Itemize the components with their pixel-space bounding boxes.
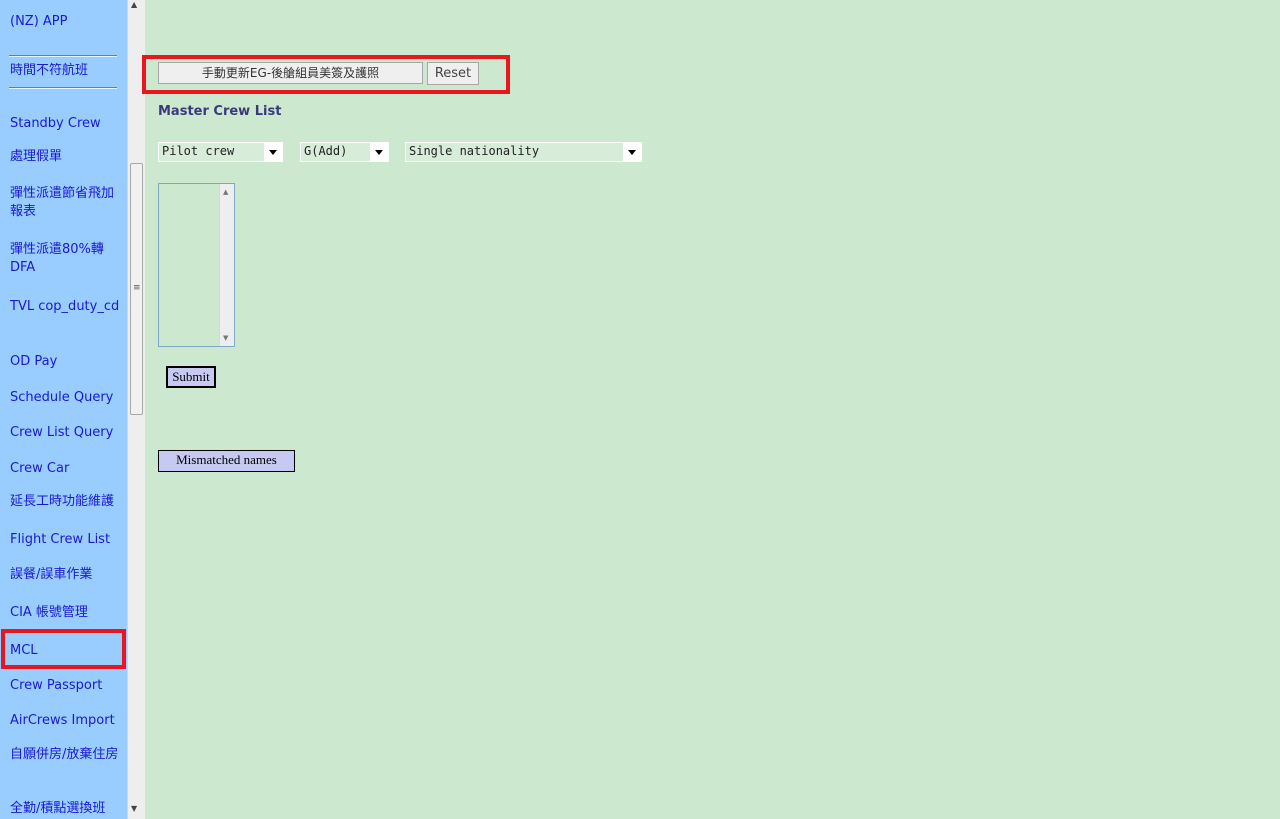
- chevron-down-icon[interactable]: [370, 143, 388, 161]
- sidebar-item-missed-meal-car[interactable]: 誤餐/誤車作業: [10, 566, 120, 584]
- scroll-up-icon[interactable]: ▲: [223, 188, 228, 196]
- sidebar-scrollbar[interactable]: ▲ ≡ ▼: [127, 0, 145, 819]
- crew-listbox[interactable]: ▲ ▼: [158, 183, 235, 347]
- sidebar-divider: [9, 87, 117, 89]
- sidebar-item-attendance-points[interactable]: 全勤/積點選換班: [10, 800, 120, 818]
- scroll-up-icon[interactable]: ▲: [131, 0, 137, 10]
- chevron-down-icon[interactable]: [264, 143, 282, 161]
- sidebar-item-mcl[interactable]: MCL: [10, 642, 120, 660]
- chevron-down-icon[interactable]: [623, 143, 641, 161]
- sidebar-item-od-pay[interactable]: OD Pay: [10, 353, 120, 371]
- nationality-value: Single nationality: [409, 144, 540, 158]
- sidebar-item-leave-processing[interactable]: 處理假單: [10, 148, 120, 166]
- sidebar-item-time-mismatch-flights[interactable]: 時間不符航班: [10, 62, 120, 80]
- scrollbar-thumb[interactable]: ≡: [130, 163, 143, 415]
- action-select[interactable]: G(Add): [300, 142, 389, 162]
- sidebar-item-tvl-cop-duty[interactable]: TVL cop_duty_cd: [10, 298, 120, 316]
- scroll-down-icon[interactable]: ▼: [223, 334, 228, 342]
- sidebar-item-flex-dispatch-dfa[interactable]: 彈性派遣80%轉DFA: [10, 241, 120, 277]
- sidebar-item-crew-list-query[interactable]: Crew List Query: [10, 424, 120, 442]
- sidebar: (NZ) APP 時間不符航班 Standby Crew 處理假單 彈性派遣節省…: [0, 0, 127, 819]
- scroll-down-icon[interactable]: ▼: [131, 804, 137, 814]
- main-content: 手動更新EG-後艙組員美簽及護照 Reset Master Crew List …: [142, 0, 1280, 819]
- sidebar-item-cia-account[interactable]: CIA 帳號管理: [10, 604, 120, 622]
- mismatched-names-button[interactable]: Mismatched names: [158, 450, 295, 472]
- crew-type-select[interactable]: Pilot crew: [158, 142, 283, 162]
- sidebar-item-schedule-query[interactable]: Schedule Query: [10, 389, 120, 407]
- listbox-scrollbar[interactable]: ▲ ▼: [219, 184, 234, 346]
- sidebar-item-room-sharing[interactable]: 自願併房/放棄住房: [10, 746, 120, 764]
- manual-update-button[interactable]: 手動更新EG-後艙組員美簽及護照: [158, 62, 423, 84]
- sidebar-item-crew-passport[interactable]: Crew Passport: [10, 677, 120, 695]
- sidebar-item-standby-crew[interactable]: Standby Crew: [10, 115, 120, 133]
- sidebar-divider: [9, 55, 117, 57]
- sidebar-item-flex-dispatch-report[interactable]: 彈性派遣節省飛加報表: [10, 185, 120, 221]
- grip-icon: ≡: [133, 283, 141, 293]
- nationality-select[interactable]: Single nationality: [405, 142, 642, 162]
- page-title: Master Crew List: [158, 104, 282, 119]
- action-value: G(Add): [304, 144, 348, 158]
- sidebar-item-extended-hours[interactable]: 延長工時功能維護: [10, 493, 120, 511]
- sidebar-item-flight-crew-list[interactable]: Flight Crew List: [10, 531, 120, 549]
- reset-button[interactable]: Reset: [427, 62, 479, 85]
- sidebar-item-aircrews-import[interactable]: AirCrews Import: [10, 712, 120, 730]
- sidebar-item-nz-app[interactable]: (NZ) APP: [10, 13, 120, 31]
- submit-button[interactable]: Submit: [166, 366, 216, 388]
- sidebar-item-crew-car[interactable]: Crew Car: [10, 460, 120, 478]
- crew-type-value: Pilot crew: [162, 144, 235, 158]
